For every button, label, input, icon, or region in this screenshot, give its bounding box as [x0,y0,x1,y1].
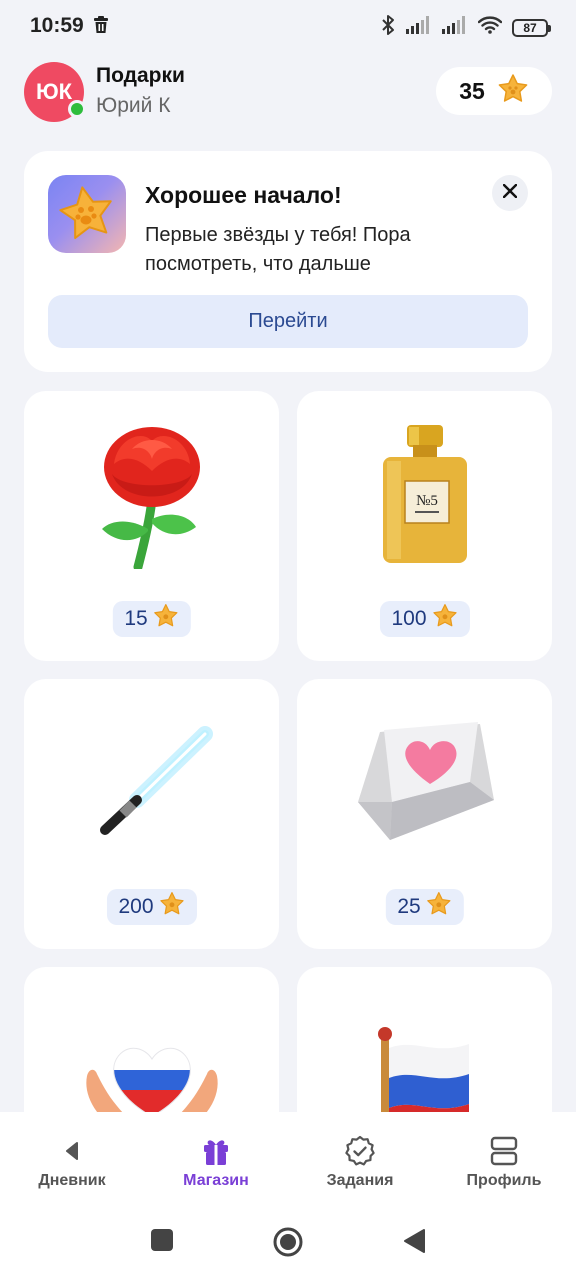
trash-icon [93,16,109,39]
star-balance[interactable]: 35 [436,67,552,115]
home-button[interactable] [272,1226,304,1263]
battery-icon: 87 [512,18,551,37]
star-icon [432,603,458,635]
price-value: 200 [118,895,154,918]
gift-card-perfume[interactable]: №5 100 [297,391,552,661]
gift-card-lightsaber[interactable]: 200 [24,679,279,949]
heart-key-image [297,697,552,867]
page-title: Подарки [96,64,185,87]
nav-item-tasks[interactable]: Задания [288,1112,432,1200]
gift-card-heart-key[interactable]: 25 [297,679,552,949]
promo-text: Первые звёзды у тебя! Пора посмотреть, ч… [145,224,411,275]
price-badge: 100 [379,601,470,637]
price-badge: 200 [106,889,197,925]
online-status-dot [68,100,86,118]
gift-card-rose[interactable]: 15 [24,391,279,661]
balance-value: 35 [459,77,485,104]
wifi-icon [477,16,503,39]
star-paw-icon [48,175,126,253]
promo-card: Хорошее начало! Первые звёзды у тебя! По… [24,151,552,372]
nav-item-profile[interactable]: Профиль [432,1112,576,1200]
bluetooth-icon [380,14,396,41]
price-value: 25 [397,895,421,918]
rose-image [24,409,279,579]
header: ЮК Подарки Юрий К 35 [24,60,552,124]
star-icon [426,891,452,923]
nav-label: Дневник [38,1172,106,1189]
recents-button[interactable] [150,1228,174,1257]
close-button[interactable] [492,175,528,211]
user-name: Юрий К [96,94,171,117]
price-badge: 15 [112,601,191,637]
badge-check-icon [344,1135,376,1167]
go-button[interactable]: Перейти [48,295,528,348]
close-icon [502,183,518,203]
nav-label: Магазин [183,1172,249,1189]
star-icon [153,603,179,635]
perfume-image: №5 [297,409,552,579]
nav-item-diary[interactable]: Дневник [0,1112,144,1200]
system-nav [0,1200,576,1280]
signal-icon [406,16,432,39]
status-bar: 10:59 87 [0,0,576,54]
lightsaber-image [24,697,279,867]
perfume-label: №5 [416,493,438,509]
back-arrow-icon [63,1135,81,1167]
bottom-nav: Дневник Магазин Задания Профиль [0,1112,576,1200]
star-icon [497,73,529,110]
price-value: 100 [391,607,427,630]
profile-icon [490,1135,518,1167]
nav-label: Задания [326,1172,394,1189]
status-time: 10:59 [30,14,84,37]
signal-icon [442,16,468,39]
promo-title: Хорошее начало! [145,182,342,208]
nav-label: Профиль [466,1172,542,1189]
price-value: 15 [124,607,148,630]
price-badge: 25 [385,889,464,925]
gift-icon [202,1135,230,1167]
star-icon [159,891,185,923]
nav-item-shop[interactable]: Магазин [144,1112,288,1200]
back-button[interactable] [402,1228,426,1259]
